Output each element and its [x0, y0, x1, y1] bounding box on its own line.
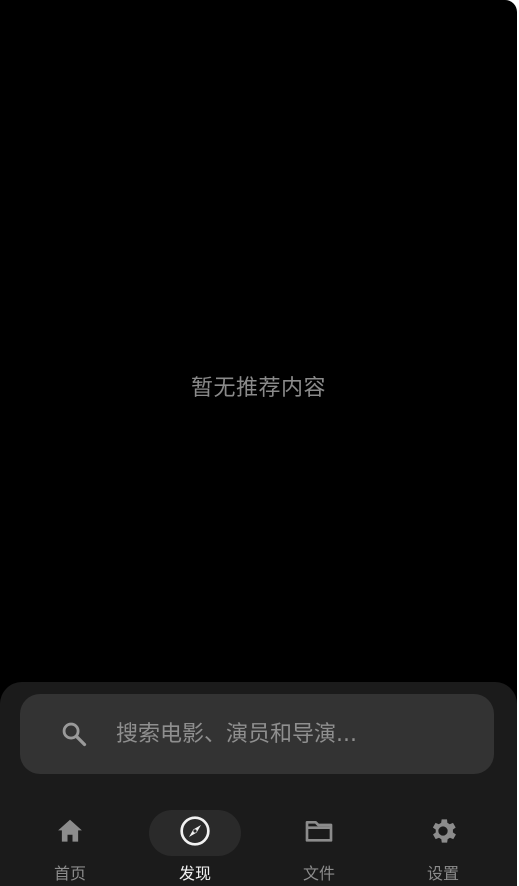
search-input[interactable]: [116, 721, 456, 747]
tab-discover[interactable]: 发现: [145, 810, 245, 886]
search-icon: [60, 720, 88, 748]
tab-settings[interactable]: 设置: [393, 810, 493, 886]
tab-files[interactable]: 文件: [269, 810, 369, 886]
search-bar[interactable]: [20, 694, 494, 774]
bottom-tab-bar: 首页 发现 文件 设置: [0, 810, 517, 886]
tab-discover-label: 发现: [178, 864, 211, 883]
tab-home[interactable]: 首页: [20, 810, 120, 886]
home-icon: [55, 816, 85, 850]
tab-files-label: 文件: [302, 864, 335, 883]
bottom-panel: 首页 发现: [0, 682, 517, 886]
tab-discover-pill: [149, 810, 241, 856]
tab-home-pill: [24, 810, 116, 856]
gear-icon: [427, 815, 459, 851]
empty-state-message: 暂无推荐内容: [190, 376, 326, 401]
app-screen: 暂无推荐内容 首页: [0, 0, 517, 886]
tab-settings-pill: [397, 810, 489, 856]
tab-home-label: 首页: [53, 864, 86, 883]
folder-icon: [303, 815, 335, 851]
tab-files-pill: [273, 810, 365, 856]
tab-settings-label: 设置: [426, 864, 459, 883]
compass-icon: [179, 815, 211, 851]
